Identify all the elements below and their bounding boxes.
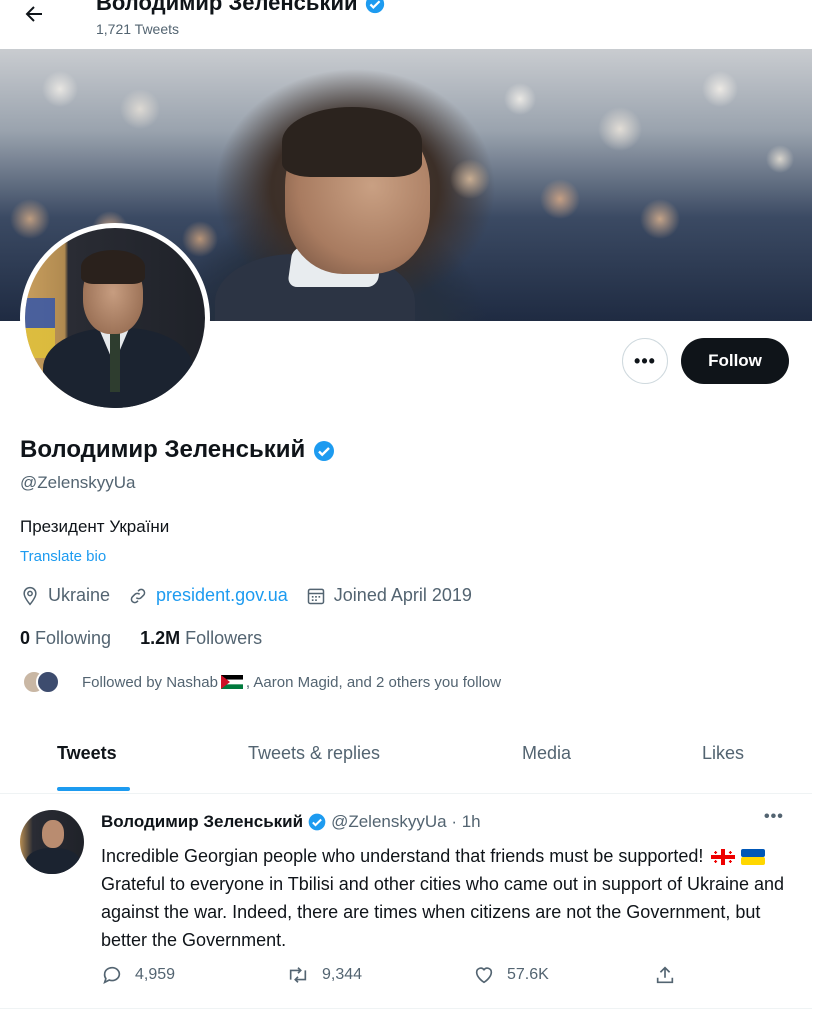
like-count: 57.6K (507, 966, 549, 983)
tweet-text: Incredible Georgian people who understan… (101, 842, 791, 954)
header-tweet-count: 1,721 Tweets (96, 21, 180, 37)
reply-button[interactable]: 4,959 (101, 964, 175, 986)
translate-bio-link[interactable]: Translate bio (20, 548, 106, 565)
tweet-handle-time[interactable]: @ZelenskyyUa · 1h (331, 812, 481, 832)
profile-avatar[interactable] (20, 223, 210, 413)
joined-text: Joined April 2019 (333, 585, 472, 605)
location-pin-icon (23, 586, 37, 605)
tab-media[interactable]: Media (522, 743, 571, 764)
arrow-left-icon (25, 6, 42, 22)
back-button[interactable] (22, 2, 46, 33)
reply-icon (103, 966, 121, 984)
followers-label: Followers (185, 628, 263, 648)
followed-by-prefix: Followed by Nashab (82, 673, 218, 691)
retweet-icon (289, 967, 307, 983)
followed-by[interactable]: Followed by Nashab , Aaron Magid, and 2 … (22, 670, 501, 694)
retweet-count: 9,344 (322, 966, 363, 983)
verified-badge-icon (308, 813, 326, 831)
follow-button[interactable]: Follow (681, 338, 789, 384)
followers-count: 1.2M (140, 628, 181, 648)
follower-avatar (36, 670, 60, 694)
profile-meta: Ukraine president.gov.ua Joined April 20… (20, 585, 490, 606)
profile-header-bar: Володимир Зеленський 1,721 Tweets (0, 0, 812, 46)
tab-likes[interactable]: Likes (702, 743, 744, 764)
profile-stats: 0 Following 1.2M Followers (20, 628, 286, 649)
location-item: Ukraine (20, 585, 110, 606)
palestine-flag-icon (220, 675, 243, 689)
more-options-button[interactable]: ••• (622, 338, 668, 384)
calendar-icon (307, 588, 325, 604)
followed-by-suffix: , Aaron Magid, and 2 others you follow (245, 673, 502, 691)
follower-avatars (22, 670, 60, 694)
followers-link[interactable]: 1.2M Followers (140, 628, 262, 648)
following-link[interactable]: 0 Following (20, 628, 111, 648)
tweet-text-part1: Incredible Georgian people who understan… (101, 846, 709, 866)
following-count: 0 (20, 628, 31, 648)
tweet-author-name[interactable]: Володимир Зеленський (101, 812, 303, 832)
like-button[interactable]: 57.6K (473, 964, 549, 986)
tweet-more-button[interactable]: ••• (764, 808, 784, 826)
georgia-flag-icon (711, 849, 736, 866)
share-icon (656, 966, 674, 984)
website-item: president.gov.ua (128, 585, 288, 606)
joined-item: Joined April 2019 (306, 585, 472, 606)
tweet-text-part2: Grateful to everyone in Tbilisi and othe… (101, 874, 785, 950)
tab-tweets-replies[interactable]: Tweets & replies (248, 743, 380, 764)
share-button[interactable] (654, 964, 688, 986)
ukraine-flag-icon (741, 849, 766, 866)
header-title: Володимир Зеленський (96, 0, 386, 16)
active-tab-indicator (57, 787, 130, 791)
verified-badge-icon (313, 440, 334, 461)
following-label: Following (35, 628, 112, 648)
profile-name: Володимир Зеленський (20, 436, 336, 464)
tweet-header: Володимир Зеленський @ZelenskyyUa · 1h (101, 812, 481, 832)
tab-tweets[interactable]: Tweets (57, 743, 117, 764)
tweet-actions: 4,959 9,344 57.6K (101, 964, 701, 990)
header-name: Володимир Зеленський (96, 0, 358, 15)
profile-bio: Президент України (20, 517, 170, 536)
website-link[interactable]: president.gov.ua (156, 585, 288, 606)
retweet-button[interactable]: 9,344 (286, 964, 362, 986)
tweet-avatar[interactable] (20, 810, 84, 874)
link-icon (130, 588, 146, 603)
profile-tabs: Tweets Tweets & replies Media Likes (0, 723, 812, 794)
location-text: Ukraine (48, 585, 111, 605)
tweet-item[interactable]: Володимир Зеленський @ZelenskyyUa · 1h •… (0, 794, 812, 1009)
profile-handle: @ZelenskyyUa (20, 473, 136, 492)
reply-count: 4,959 (135, 966, 176, 983)
profile-display-name: Володимир Зеленський (20, 436, 306, 463)
verified-badge-icon (365, 0, 384, 14)
heart-icon (475, 967, 493, 984)
